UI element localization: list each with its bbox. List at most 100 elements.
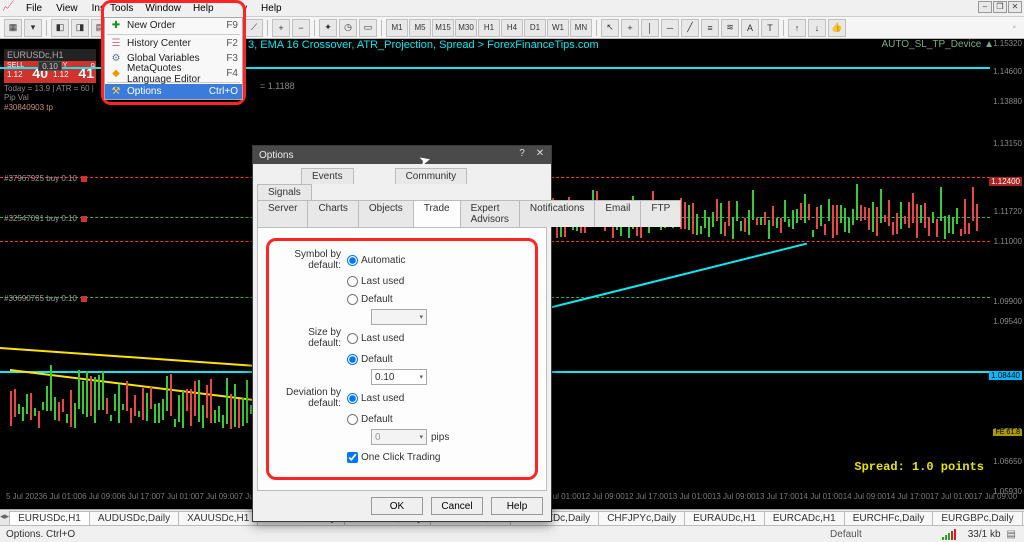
- trendline-tool[interactable]: ╱: [681, 19, 699, 37]
- tab-email[interactable]: Email: [594, 200, 641, 227]
- hline-tool[interactable]: ─: [661, 19, 679, 37]
- tab-ftp[interactable]: FTP: [640, 200, 681, 227]
- tab-expert-advisors[interactable]: Expert Advisors: [460, 200, 520, 227]
- menu-history-center[interactable]: ☰ History Center F2: [105, 36, 242, 51]
- lot-size-input[interactable]: 0.10: [38, 61, 62, 71]
- size-default-radio[interactable]: Default: [347, 354, 393, 365]
- size-default-combo[interactable]: 0.10▾: [371, 369, 427, 385]
- menu-window-vis[interactable]: Window: [139, 3, 187, 17]
- dialog-title: Options: [259, 150, 293, 161]
- menu-options[interactable]: ⚒ Options Ctrl+O: [105, 84, 242, 99]
- symbol-lastused-radio[interactable]: Last used: [347, 276, 404, 287]
- crosshair-tool[interactable]: +: [621, 19, 639, 37]
- tools-dropdown: ✚ New Order F9 ☰ History Center F2 ⚙ Glo…: [104, 17, 243, 100]
- time-tick: 7 Jul 01:00: [160, 492, 199, 504]
- symbol-automatic-radio[interactable]: Automatic: [347, 255, 405, 266]
- time-tick: 12 Jul 09:00: [581, 492, 625, 504]
- fib-label: FE 61.8: [993, 429, 1022, 436]
- menu-mql-editor[interactable]: ◆ MetaQuotes Language Editor F4: [105, 66, 242, 81]
- symbol-tab[interactable]: CHFJPYc,Daily: [598, 511, 685, 525]
- help-button[interactable]: Help: [491, 497, 543, 515]
- arrow-up-tool[interactable]: ↑: [788, 19, 806, 37]
- indicators-button[interactable]: ✦: [319, 19, 337, 37]
- menu-tools-open[interactable]: Tools: [104, 3, 139, 17]
- tab-trade[interactable]: Trade: [413, 200, 461, 227]
- market-watch-button[interactable]: ◧: [51, 19, 69, 37]
- tab-signals[interactable]: Signals: [257, 184, 312, 200]
- fibo-tool[interactable]: ≋: [721, 19, 739, 37]
- period-M15[interactable]: M15: [432, 19, 454, 37]
- dialog-close-icon[interactable]: ✕: [533, 148, 547, 162]
- status-menu-icon[interactable]: ▤: [1007, 529, 1016, 540]
- tab-server[interactable]: Server: [257, 200, 308, 227]
- menu-help[interactable]: Help: [254, 2, 289, 15]
- tab-community[interactable]: Community: [395, 168, 468, 184]
- cursor-tool[interactable]: ↖: [601, 19, 619, 37]
- tab-objects[interactable]: Objects: [358, 200, 414, 227]
- arrow-down-tool[interactable]: ↓: [808, 19, 826, 37]
- zoom-in-button[interactable]: +: [272, 19, 290, 37]
- symbol-tab[interactable]: EURUSDc,H1: [9, 511, 90, 525]
- price-tick: 1.08440: [989, 371, 1022, 380]
- line-button[interactable]: ⟋: [245, 19, 263, 37]
- time-tick: 5 Jul 2023: [6, 492, 43, 504]
- symbol-tab[interactable]: AUDUSDc,Daily: [89, 511, 179, 525]
- menu-help-vis[interactable]: Help: [187, 3, 220, 17]
- time-tick: 17 Jul 01:00: [930, 492, 974, 504]
- symbol-default-label: Symbol by default:: [275, 249, 347, 271]
- period-W1[interactable]: W1: [547, 19, 569, 37]
- minimize-button[interactable]: –: [978, 1, 992, 13]
- tab-charts[interactable]: Charts: [307, 200, 358, 227]
- periods-button[interactable]: ◷: [339, 19, 357, 37]
- maximize-button[interactable]: ❐: [993, 1, 1007, 13]
- dev-default-radio[interactable]: Default: [347, 414, 393, 425]
- thumb-tool[interactable]: 👍: [828, 19, 846, 37]
- dialog-help-icon[interactable]: ?: [515, 148, 529, 159]
- period-M5[interactable]: M5: [409, 19, 431, 37]
- period-D1[interactable]: D1: [524, 19, 546, 37]
- vline-tool[interactable]: │: [641, 19, 659, 37]
- price-tick: 1.09900: [993, 297, 1022, 306]
- period-M1[interactable]: M1: [386, 19, 408, 37]
- tab-events[interactable]: Events: [301, 168, 354, 184]
- menu-file[interactable]: File: [19, 2, 49, 15]
- connection-icon: [942, 529, 962, 539]
- new-chart-button[interactable]: ▦: [4, 19, 22, 37]
- price-tick: 1.14600: [993, 67, 1022, 76]
- menu-new-order[interactable]: ✚ New Order F9: [105, 18, 242, 33]
- period-H4[interactable]: H4: [501, 19, 523, 37]
- symbol-default-combo[interactable]: ▾: [371, 309, 427, 325]
- deviation-combo[interactable]: 0▾: [371, 429, 427, 445]
- label-tool[interactable]: T: [761, 19, 779, 37]
- price-tick: 1.13150: [993, 139, 1022, 148]
- text-tool[interactable]: A: [741, 19, 759, 37]
- symbol-tab[interactable]: EURCADc,H1: [764, 511, 845, 525]
- size-lastused-radio[interactable]: Last used: [347, 333, 404, 344]
- period-MN[interactable]: MN: [570, 19, 592, 37]
- symbol-tab[interactable]: EURGBPc,Daily: [932, 511, 1022, 525]
- navigator-button[interactable]: ◨: [71, 19, 89, 37]
- ok-button[interactable]: OK: [371, 497, 423, 515]
- profiles-button[interactable]: ▾: [24, 19, 42, 37]
- templates-button[interactable]: ▭: [359, 19, 377, 37]
- dialog-titlebar[interactable]: Options ? ✕: [253, 146, 551, 164]
- period-H1[interactable]: H1: [478, 19, 500, 37]
- symbol-default-radio[interactable]: Default: [347, 294, 393, 305]
- status-profile: Default: [750, 529, 942, 540]
- dev-lastused-radio[interactable]: Last used: [347, 393, 404, 404]
- menu-view[interactable]: View: [49, 2, 85, 15]
- channel-tool[interactable]: ≡: [701, 19, 719, 37]
- cancel-button[interactable]: Cancel: [431, 497, 483, 515]
- editor-icon: ◆: [109, 68, 123, 79]
- symbol-tab[interactable]: XAUUSDc,H1: [178, 511, 258, 525]
- close-button[interactable]: ✕: [1008, 1, 1022, 13]
- zoom-out-button[interactable]: −: [292, 19, 310, 37]
- time-tick: 12 Jul 17:00: [625, 492, 669, 504]
- one-click-checkbox[interactable]: One Click Trading: [347, 452, 440, 463]
- symbol-tab[interactable]: EURAUDc,H1: [684, 511, 765, 525]
- symbol-header: EURUSDc,H1 1.12430 1.12432 1.12455: [4, 49, 96, 61]
- period-M30[interactable]: M30: [455, 19, 477, 37]
- symbol-tab[interactable]: EURCHFc,Daily: [844, 511, 934, 525]
- tab-notifications[interactable]: Notifications: [519, 200, 595, 227]
- period-indicator: ◦: [1012, 22, 1016, 33]
